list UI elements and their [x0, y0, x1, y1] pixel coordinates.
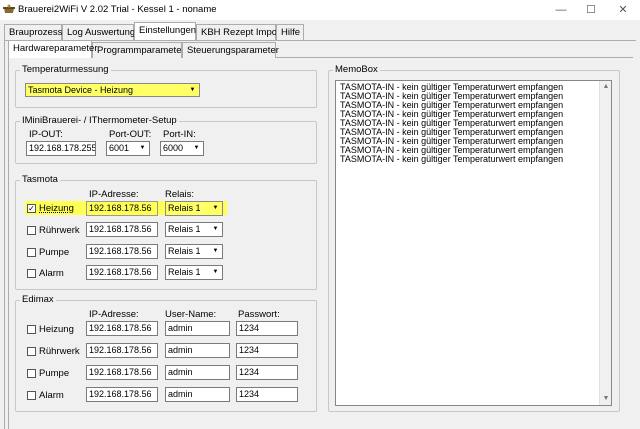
memobox-content: TASMOTA-IN - kein gültiger Temperaturwer… — [340, 83, 563, 164]
edimax-ruehrwerk-checkbox[interactable] — [27, 347, 36, 356]
tasmota-ruehrwerk-checkbox[interactable] — [27, 226, 36, 235]
tasmota-pumpe-relais-value: Relais 1 — [168, 246, 201, 256]
tasmota-pumpe-label: Pumpe — [39, 247, 70, 258]
edimax-pumpe-ip[interactable]: 192.168.178.56 — [86, 365, 158, 380]
tasmota-pumpe-relais[interactable]: Relais 1 ▼ — [165, 244, 223, 259]
edimax-alarm-pass[interactable]: 1234 — [236, 387, 298, 402]
port-out-label: Port-OUT: — [109, 129, 152, 140]
tab-log-auswertung[interactable]: Log Auswertung — [62, 24, 135, 40]
edimax-heizung-ip[interactable]: 192.168.178.56 — [86, 321, 158, 336]
tasmota-alarm-relais-value: Relais 1 — [168, 267, 201, 277]
ip-out-field[interactable]: 192.168.178.255 — [26, 141, 96, 156]
tasmota-label: Tasmota — [20, 174, 60, 185]
minimize-button[interactable]: — — [546, 2, 576, 18]
maximize-button[interactable]: ☐ — [576, 2, 606, 18]
scroll-down-icon[interactable]: ▼ — [600, 393, 611, 405]
tab-kbh-rezept-import[interactable]: KBH Rezept Import — [196, 24, 283, 40]
tab-hilfe[interactable]: Hilfe — [276, 24, 304, 40]
memobox-textarea[interactable]: TASMOTA-IN - kein gültiger Temperaturwer… — [335, 80, 612, 406]
edimax-ruehrwerk-user[interactable]: admin — [165, 343, 230, 358]
close-button[interactable]: ✕ — [608, 2, 638, 18]
edimax-pumpe-label: Pumpe — [39, 368, 70, 379]
chevron-down-icon: ▼ — [210, 203, 221, 214]
temperatur-source-value: Tasmota Device - Heizung — [28, 85, 134, 95]
tasmota-heizung-relais[interactable]: Relais 1 ▼ — [165, 201, 223, 216]
tasmota-ip-header: IP-Adresse: — [89, 189, 139, 200]
temperatur-source-select[interactable]: Tasmota Device - Heizung ▼ — [25, 83, 200, 97]
edimax-alarm-label: Alarm — [39, 390, 64, 401]
edimax-pumpe-user[interactable]: admin — [165, 365, 230, 380]
window-title: Brauerei2WiFi V 2.02 Trial - Kessel 1 - … — [18, 4, 217, 15]
edimax-pass-header: Passwort: — [238, 309, 280, 320]
port-out-select[interactable]: 6001 ▼ — [106, 141, 150, 156]
edimax-alarm-ip[interactable]: 192.168.178.56 — [86, 387, 158, 402]
port-in-label: Port-IN: — [163, 129, 196, 140]
edimax-pumpe-pass[interactable]: 1234 — [236, 365, 298, 380]
chevron-down-icon: ▼ — [137, 143, 148, 154]
app-icon — [3, 4, 15, 13]
ip-out-label: IP-OUT: — [29, 129, 63, 140]
chevron-down-icon: ▼ — [191, 143, 202, 154]
tasmota-ruehrwerk-ip[interactable]: 192.168.178.56 — [86, 222, 158, 237]
tasmota-alarm-label: Alarm — [39, 268, 64, 279]
tasmota-alarm-relais[interactable]: Relais 1 ▼ — [165, 265, 223, 280]
edimax-ip-header: IP-Adresse: — [89, 309, 139, 320]
tasmota-alarm-ip[interactable]: 192.168.178.56 — [86, 265, 158, 280]
edimax-ruehrwerk-ip[interactable]: 192.168.178.56 — [86, 343, 158, 358]
tasmota-heizung-label: Heizung — [39, 203, 74, 214]
memobox-label: MemoBox — [333, 64, 380, 75]
tasmota-heizung-checkbox[interactable]: ✓ — [27, 204, 36, 213]
port-out-value: 6001 — [109, 143, 130, 153]
chevron-down-icon: ▼ — [210, 246, 221, 257]
tab-einstellungen[interactable]: Einstellungen — [134, 22, 196, 40]
tasmota-heizung-relais-value: Relais 1 — [168, 203, 201, 213]
tasmota-ruehrwerk-relais-value: Relais 1 — [168, 224, 201, 234]
tasmota-pumpe-checkbox[interactable] — [27, 248, 36, 257]
edimax-ruehrwerk-pass[interactable]: 1234 — [236, 343, 298, 358]
edimax-label: Edimax — [20, 294, 56, 305]
port-in-select[interactable]: 6000 ▼ — [160, 141, 204, 156]
edimax-heizung-pass[interactable]: 1234 — [236, 321, 298, 336]
edimax-ruehrwerk-label: Rührwerk — [39, 346, 80, 357]
memobox-scrollbar[interactable]: ▲ ▼ — [599, 81, 611, 405]
chevron-down-icon: ▼ — [210, 267, 221, 278]
iminibrauerei-label: IMiniBrauerei- / IThermometer-Setup — [20, 115, 179, 126]
tasmota-alarm-checkbox[interactable] — [27, 269, 36, 278]
chevron-down-icon: ▼ — [187, 85, 198, 96]
tasmota-ruehrwerk-relais[interactable]: Relais 1 ▼ — [165, 222, 223, 237]
sub-tab-bar: Hardwareparameter Programmparameter Steu… — [8, 40, 640, 58]
main-tab-bar: Brauprozess Log Auswertung Einstellungen… — [4, 22, 640, 40]
chevron-down-icon: ▼ — [210, 224, 221, 235]
tab-hardwareparameter[interactable]: Hardwareparameter — [8, 40, 97, 58]
title-bar: Brauerei2WiFi V 2.02 Trial - Kessel 1 - … — [0, 0, 640, 20]
edimax-pumpe-checkbox[interactable] — [27, 369, 36, 378]
edimax-heizung-user[interactable]: admin — [165, 321, 230, 336]
tab-steuerungsparameter[interactable]: Steuerungsparameter — [182, 42, 279, 58]
memo-line: TASMOTA-IN - kein gültiger Temperaturwer… — [340, 154, 564, 164]
scroll-up-icon[interactable]: ▲ — [600, 81, 611, 93]
tab-brauprozess[interactable]: Brauprozess — [4, 24, 62, 40]
edimax-heizung-checkbox[interactable] — [27, 325, 36, 334]
port-in-value: 6000 — [163, 143, 184, 153]
edimax-alarm-checkbox[interactable] — [27, 391, 36, 400]
tasmota-heizung-ip[interactable]: 192.168.178.56 — [86, 201, 158, 216]
edimax-alarm-user[interactable]: admin — [165, 387, 230, 402]
edimax-user-header: User-Name: — [165, 309, 217, 320]
tab-programmparameter[interactable]: Programmparameter — [92, 42, 185, 58]
temperaturmessung-label: Temperaturmessung — [20, 64, 111, 75]
tasmota-pumpe-ip[interactable]: 192.168.178.56 — [86, 244, 158, 259]
tasmota-ruehrwerk-label: Rührwerk — [39, 225, 80, 236]
tasmota-relais-header: Relais: — [165, 189, 195, 200]
edimax-heizung-label: Heizung — [39, 324, 74, 335]
